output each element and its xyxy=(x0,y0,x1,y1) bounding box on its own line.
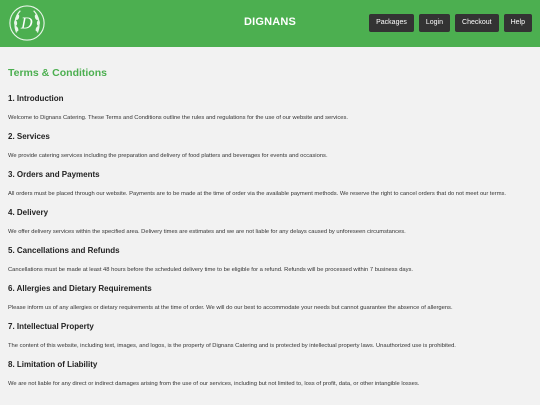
checkout-button[interactable]: Checkout xyxy=(455,14,499,32)
section-body: Please inform us of any allergies or die… xyxy=(8,305,453,311)
section-body: The content of this website, including t… xyxy=(8,343,456,349)
section-heading: 6. Allergies and Dietary Requirements xyxy=(8,284,152,293)
section-body: We provide catering services including t… xyxy=(8,153,328,159)
section-heading: 2. Services xyxy=(8,132,50,141)
section-heading: 3. Orders and Payments xyxy=(8,170,100,179)
section-body: Welcome to Dignans Catering. These Terms… xyxy=(8,115,348,121)
main-content: Terms & Conditions 1. Introduction Welco… xyxy=(0,47,540,389)
section-limitation-liability: 8. Limitation of Liability We are not li… xyxy=(8,360,532,389)
section-heading: 7. Intellectual Property xyxy=(8,322,94,331)
page-title: Terms & Conditions xyxy=(8,67,107,79)
section-body: Cancellations must be made at least 48 h… xyxy=(8,267,414,273)
section-allergies: 6. Allergies and Dietary Requirements Pl… xyxy=(8,284,532,313)
section-introduction: 1. Introduction Welcome to Dignans Cater… xyxy=(8,94,532,123)
site-header: D DIGNANS Packages Login Checkout Help xyxy=(0,0,540,47)
section-heading: 4. Delivery xyxy=(8,208,49,217)
section-body: We are not liable for any direct or indi… xyxy=(8,381,420,387)
section-heading: 1. Introduction xyxy=(8,94,64,103)
login-button[interactable]: Login xyxy=(418,14,451,32)
help-button[interactable]: Help xyxy=(503,14,532,32)
section-delivery: 4. Delivery We offer delivery services w… xyxy=(8,208,532,237)
section-body: All orders must be placed through our we… xyxy=(8,191,507,197)
section-cancellations-refunds: 5. Cancellations and Refunds Cancellatio… xyxy=(8,246,532,275)
section-services: 2. Services We provide catering services… xyxy=(8,132,532,161)
section-orders-payments: 3. Orders and Payments All orders must b… xyxy=(8,170,532,199)
section-heading: 5. Cancellations and Refunds xyxy=(8,246,120,255)
section-heading: 8. Limitation of Liability xyxy=(8,360,98,369)
section-intellectual-property: 7. Intellectual Property The content of … xyxy=(8,322,532,351)
section-body: We offer delivery services within the sp… xyxy=(8,229,406,235)
packages-button[interactable]: Packages xyxy=(369,14,414,32)
top-nav: Packages Login Checkout Help xyxy=(369,14,532,32)
